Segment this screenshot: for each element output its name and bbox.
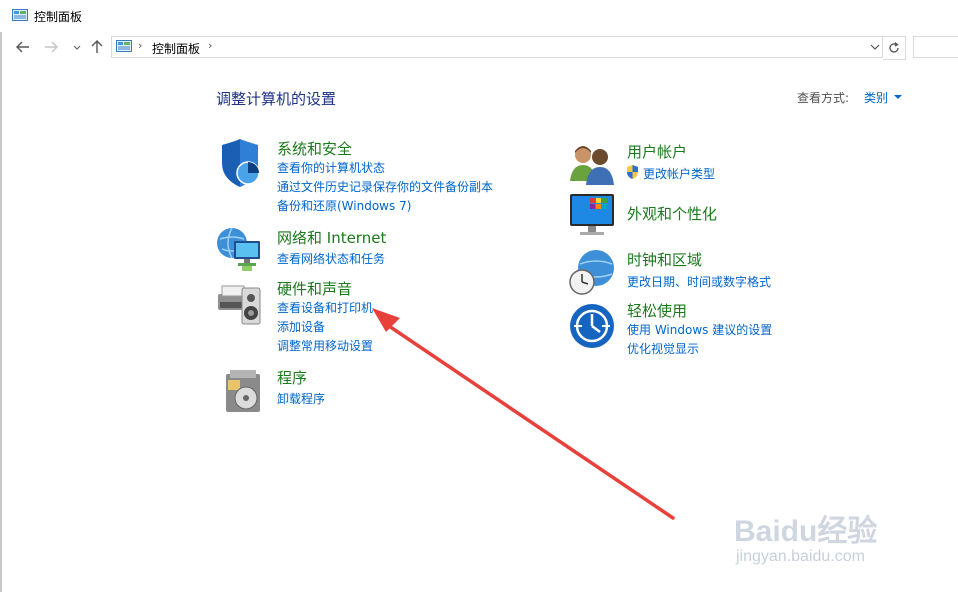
baidu-jingyan-watermark: Baidu经验 jingyan.baidu.com: [730, 500, 910, 580]
watermark-brand: Baidu经验: [734, 515, 878, 548]
watermark-url: jingyan.baidu.com: [736, 548, 865, 565]
